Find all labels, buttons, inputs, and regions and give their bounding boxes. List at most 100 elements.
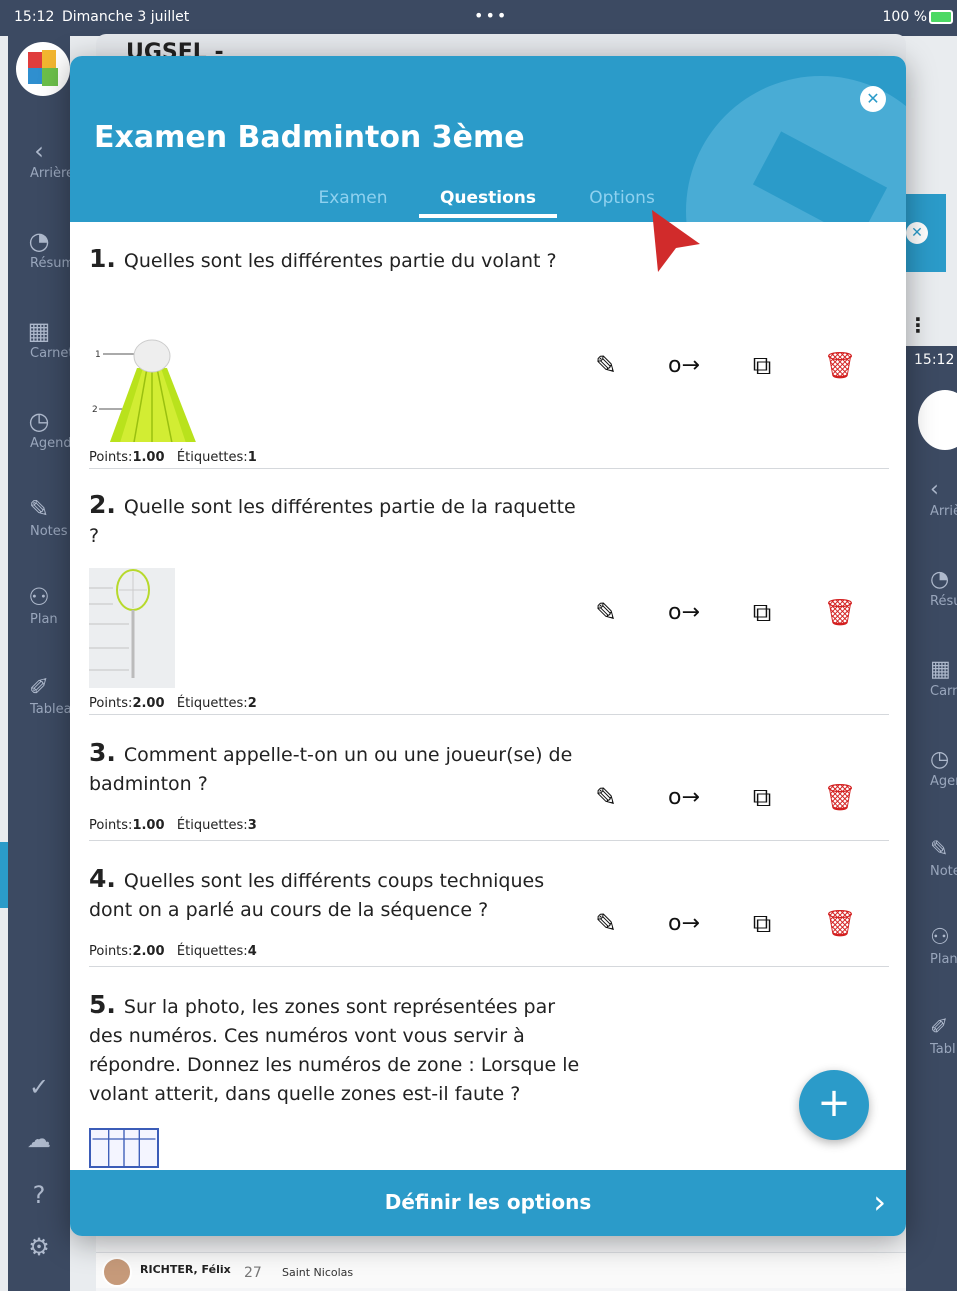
sidebar-item-label: Résumé xyxy=(30,256,70,271)
sidebar-item-back[interactable]: ‹ Arrière xyxy=(8,136,70,181)
battery-percent: 100 % xyxy=(882,9,927,25)
edit-pencil-icon[interactable]: ✎ xyxy=(586,904,626,944)
tags-value: 4 xyxy=(247,944,257,959)
move-arrow-icon[interactable]: o→ xyxy=(664,904,704,944)
sidebar-settings-button[interactable]: ⚙ xyxy=(8,1232,70,1262)
tags-label: Étiquettes: xyxy=(176,818,248,833)
sidebar-item-plan[interactable]: ⚇ Plan xyxy=(8,582,70,627)
chevron-right-icon: › xyxy=(873,1183,886,1221)
pie-chart-icon: ◔ xyxy=(28,227,50,255)
help-icon: ? xyxy=(32,1181,46,1209)
list-item[interactable]: 4. Quelles sont les différents coups tech… xyxy=(89,864,889,966)
back-chevron-icon: ‹ xyxy=(34,137,44,165)
sidebar-item-board[interactable]: ✐ Tableau xyxy=(8,672,70,717)
question-meta: Points:1.00 Étiquettes:3 xyxy=(89,818,257,833)
sidebar-item-gradebook[interactable]: ▦ Carnet xyxy=(8,316,70,361)
close-icon[interactable]: ✕ xyxy=(860,86,886,112)
tags-value: 2 xyxy=(247,696,257,711)
more-options-icon[interactable]: ⋮ xyxy=(908,313,928,337)
points-value: 1.00 xyxy=(132,818,165,833)
sidebar-item-label: Tableau xyxy=(30,702,70,717)
secondary-item-gradebook[interactable]: ▦ Carn xyxy=(930,656,957,699)
secondary-item-board[interactable]: ✐ Tabl xyxy=(930,1014,957,1057)
multitask-dots[interactable]: ••• xyxy=(474,6,508,25)
points-label: Points: xyxy=(89,944,133,959)
points-value: 1.00 xyxy=(132,450,165,465)
pencil-icon: ✎ xyxy=(930,837,949,862)
define-options-label: Définir les options xyxy=(384,1190,592,1214)
divider xyxy=(89,966,889,967)
status-time: 15:12 xyxy=(14,9,55,25)
secondary-item-agenda[interactable]: ◷ Agen xyxy=(930,746,957,789)
settings-icon: ⚙ xyxy=(28,1233,50,1261)
points-label: Points: xyxy=(89,818,133,833)
app-logo xyxy=(16,42,70,96)
delete-trash-icon[interactable]: 🗑 xyxy=(820,346,860,386)
secondary-item-label: Tabl xyxy=(930,1042,956,1057)
list-item[interactable]: 5. Sur la photo, les zones sont représent… xyxy=(89,990,889,1170)
clock-icon: ◷ xyxy=(28,407,50,435)
question-text: 1. Quelles sont les différentes partie du… xyxy=(89,244,589,276)
duplicate-icon[interactable]: ⧉ xyxy=(742,593,782,633)
edit-pencil-icon[interactable]: ✎ xyxy=(586,593,626,633)
secondary-item-label: Carn xyxy=(930,684,957,699)
secondary-app-logo xyxy=(918,390,957,450)
shuttlecock-image: 1 2 xyxy=(92,339,196,442)
move-arrow-icon[interactable]: o→ xyxy=(664,346,704,386)
duplicate-icon[interactable]: ⧉ xyxy=(742,346,782,386)
sidebar-item-notes[interactable]: ✎ Notes xyxy=(8,494,70,539)
edit-pencil-icon[interactable]: ✎ xyxy=(586,778,626,818)
tab-options[interactable]: Options xyxy=(578,188,666,208)
sidebar-item-summary[interactable]: ◔ Résumé xyxy=(8,226,70,271)
sidebar-cloud-button[interactable]: ☁ xyxy=(8,1124,70,1154)
divider xyxy=(89,840,889,841)
secondary-item-label: Arriè xyxy=(930,504,957,519)
grid-icon: ▦ xyxy=(930,657,951,682)
delete-trash-icon[interactable]: 🗑 xyxy=(820,778,860,818)
sidebar-item-label: Agenda xyxy=(30,436,70,451)
secondary-item-label: Note xyxy=(930,864,957,879)
move-arrow-icon[interactable]: o→ xyxy=(664,593,704,633)
question-list[interactable]: 1. Quelles sont les différentes partie du… xyxy=(70,222,906,1170)
divider xyxy=(89,468,889,469)
edit-pencil-icon[interactable]: ✎ xyxy=(586,346,626,386)
svg-text:2: 2 xyxy=(92,405,98,415)
list-item[interactable]: 2. Quelle sont les différentes partie de … xyxy=(89,490,889,714)
duplicate-icon[interactable]: ⧉ xyxy=(742,904,782,944)
delete-trash-icon[interactable]: 🗑 xyxy=(820,904,860,944)
secondary-item-plan[interactable]: ⚇ Plan xyxy=(930,924,957,967)
question-label: Quelle sont les différentes partie de la… xyxy=(89,496,576,547)
question-actions: ✎ o→ ⧉ 🗑 xyxy=(586,778,886,818)
question-number: 2. xyxy=(89,490,116,519)
pointer-cursor-icon xyxy=(652,210,700,272)
tab-questions[interactable]: Questions xyxy=(419,188,557,208)
add-question-button[interactable]: + xyxy=(799,1070,869,1140)
sidebar-item-label: Arrière xyxy=(30,166,70,181)
tab-examen[interactable]: Examen xyxy=(308,188,398,208)
delete-trash-icon[interactable]: 🗑 xyxy=(820,593,860,633)
move-arrow-icon[interactable]: o→ xyxy=(664,778,704,818)
list-item[interactable]: 3. Comment appelle-t-on un ou une joueur(… xyxy=(89,738,889,840)
sidebar-item-agenda[interactable]: ◷ Agenda xyxy=(8,406,70,451)
question-number: 1. xyxy=(89,244,116,273)
sidebar-help-button[interactable]: ? xyxy=(8,1180,70,1210)
avatar xyxy=(102,1257,132,1287)
secondary-item-summary[interactable]: ◔ Résu xyxy=(930,566,957,609)
court-image xyxy=(89,1128,159,1168)
question-number: 5. xyxy=(89,990,116,1019)
secondary-item-back[interactable]: ‹ Arriè xyxy=(930,476,957,519)
student-row[interactable]: RICHTER, Félix 27 Saint Nicolas xyxy=(96,1252,906,1288)
question-actions: ✎ o→ ⧉ 🗑 xyxy=(586,904,886,944)
points-value: 2.00 xyxy=(132,944,165,959)
define-options-button[interactable]: Définir les options › xyxy=(70,1170,906,1236)
list-item[interactable]: 1. Quelles sont les différentes partie du… xyxy=(89,244,889,468)
background-accent-strip xyxy=(0,842,8,908)
secondary-item-label: Agen xyxy=(930,774,957,789)
sidebar-check-button[interactable]: ✓ xyxy=(8,1072,70,1102)
background-close-icon[interactable]: ✕ xyxy=(906,222,928,244)
pin-icon: ✐ xyxy=(28,673,50,701)
secondary-item-notes[interactable]: ✎ Note xyxy=(930,836,957,879)
question-number: 4. xyxy=(89,864,116,893)
secondary-item-label: Plan xyxy=(930,952,957,967)
duplicate-icon[interactable]: ⧉ xyxy=(742,778,782,818)
